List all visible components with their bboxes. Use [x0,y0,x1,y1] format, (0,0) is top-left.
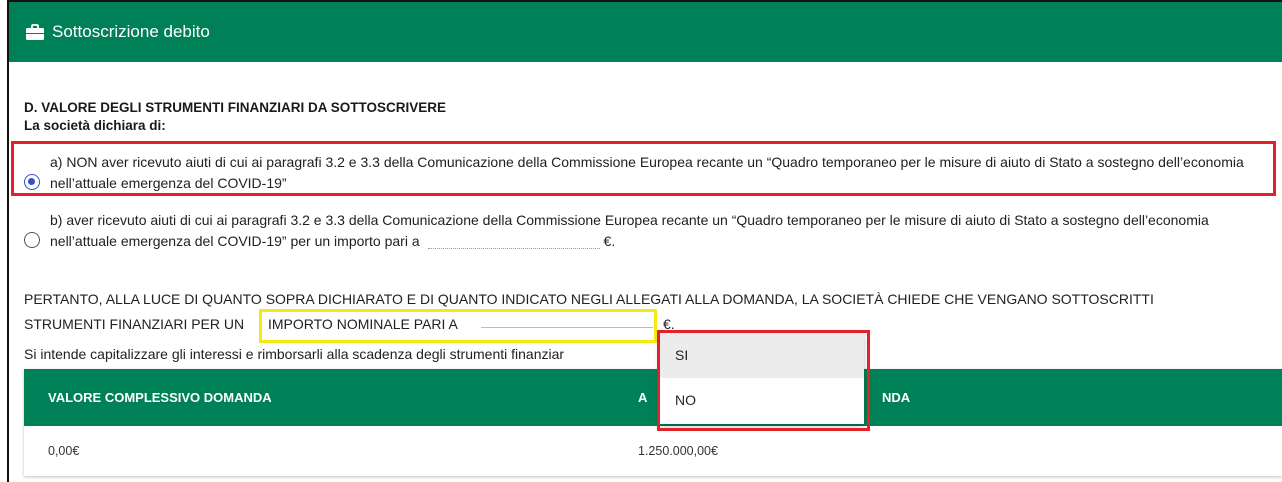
briefcase-icon [26,24,44,40]
panel-header: Sottoscrizione debito [9,2,1282,62]
summary-table: VALORE COMPLESSIVO DOMANDA A NDA 0,00€ 1… [24,369,1282,476]
table-header-total: VALORE COMPLESSIVO DOMANDA [48,390,272,405]
request-text: PERTANTO, ALLA LUCE DI QUANTO SOPRA DICH… [24,291,1154,307]
highlight-option-a [11,141,1276,196]
section-title: D. VALORE DEGLI STRUMENTI FINANZIARI DA … [24,100,447,115]
table-cell-col2: 1.250.000,00€ [638,444,718,458]
window-left-border [7,0,9,482]
capitalize-question: Si intende capitalizzare gli interessi e… [24,346,565,362]
table-header-col2-tail: NDA [882,390,911,405]
request-text-line2: STRUMENTI FINANZIARI PER UN [24,316,245,332]
option-b[interactable]: b) aver ricevuto aiuti di cui ai paragra… [24,210,1270,252]
declares-label: La società dichiara di: [24,118,166,133]
option-b-currency: €. [603,233,616,249]
option-b-radio[interactable] [24,232,40,248]
panel-title: Sottoscrizione debito [52,22,210,41]
table-header-row: VALORE COMPLESSIVO DOMANDA A NDA [24,369,1282,426]
option-b-text: b) aver ricevuto aiuti di cui ai paragra… [50,212,1209,249]
table-row: 0,00€ 1.250.000,00€ [24,426,1282,476]
option-b-text-wrap: b) aver ricevuto aiuti di cui ai paragra… [50,210,1270,252]
table-header-col2: A [638,390,648,405]
option-b-amount-field[interactable] [427,234,600,249]
table-cell-total: 0,00€ [48,444,80,458]
highlight-dropdown [657,330,870,431]
highlight-importo [259,309,657,343]
